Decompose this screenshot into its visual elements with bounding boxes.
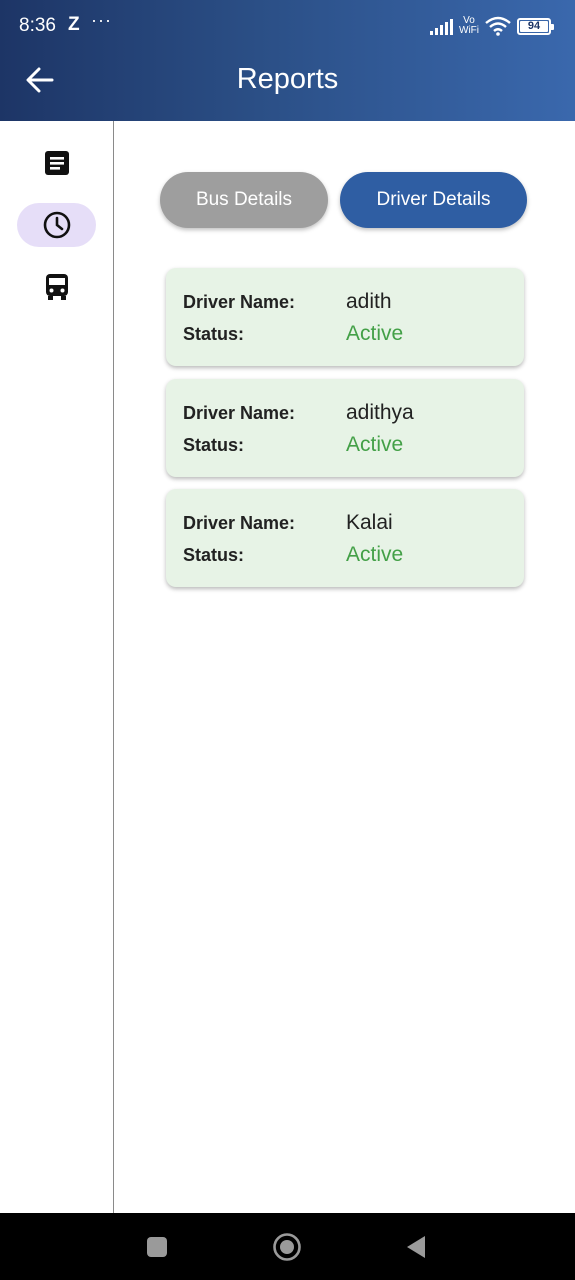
clock-icon	[43, 211, 70, 239]
rail-item-bus[interactable]	[17, 265, 96, 309]
status-bar: 8:36 Z ··· Vo WiFi 94	[0, 0, 575, 52]
status-time: 8:36	[19, 15, 56, 36]
bus-details-button[interactable]: Bus Details	[160, 172, 328, 228]
battery-level: 94	[527, 20, 541, 32]
wifi-icon	[485, 16, 511, 36]
back-triangle-icon	[407, 1236, 425, 1258]
status-label: Status:	[183, 324, 245, 344]
driver-name-value: adithya	[346, 401, 414, 424]
driver-name-label: Driver Name:	[183, 292, 296, 312]
status-icons: Vo WiFi 94	[430, 14, 554, 38]
driver-details-button[interactable]: Driver Details	[340, 172, 527, 228]
home-button[interactable]	[271, 1231, 303, 1263]
z-notification-icon: Z	[68, 14, 80, 35]
nav-back-button[interactable]	[400, 1231, 432, 1263]
status-label: Status:	[183, 545, 245, 565]
driver-name-label: Driver Name:	[183, 403, 296, 423]
status-value: Active	[346, 322, 404, 345]
recent-apps-button[interactable]	[141, 1231, 173, 1263]
page-title: Reports	[236, 63, 339, 95]
driver-name-value: adith	[346, 290, 392, 313]
document-icon	[44, 151, 69, 175]
app-bar: 8:36 Z ··· Vo WiFi 94 Reports	[0, 0, 575, 121]
driver-card[interactable]: Driver Name: adith Status: Active	[166, 268, 524, 366]
vowifi-icon: Vo WiFi	[459, 16, 479, 36]
driver-card[interactable]: Driver Name: adithya Status: Active	[166, 379, 524, 477]
vowifi-line2: WiFi	[459, 25, 479, 36]
system-nav-bar	[0, 1213, 575, 1280]
rail-item-history[interactable]	[17, 203, 96, 247]
driver-name-value: Kalai	[346, 511, 393, 534]
more-notifications-icon: ···	[91, 10, 112, 30]
battery-icon: 94	[517, 17, 554, 35]
status-value: Active	[346, 433, 404, 456]
home-icon	[273, 1233, 301, 1261]
driver-name-label: Driver Name:	[183, 513, 296, 533]
recent-apps-icon	[147, 1237, 167, 1257]
rail-item-reports[interactable]	[17, 141, 96, 185]
bus-icon	[45, 274, 68, 300]
side-nav-rail	[0, 121, 114, 1213]
status-value: Active	[346, 543, 404, 566]
status-label: Status:	[183, 435, 245, 455]
driver-card[interactable]: Driver Name: Kalai Status: Active	[166, 489, 524, 587]
signal-icon	[430, 17, 453, 35]
